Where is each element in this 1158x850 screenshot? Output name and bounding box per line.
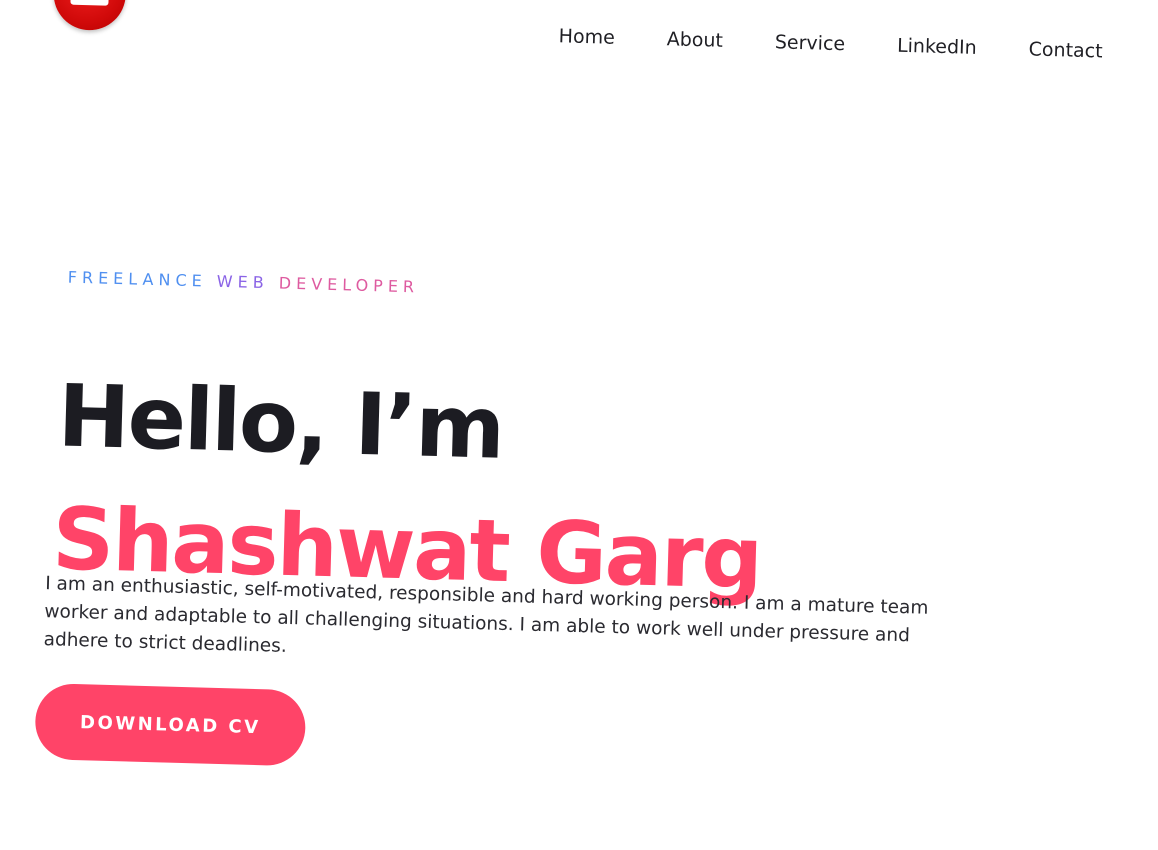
hero-eyebrow: FREELANCE WEB DEVELOPER <box>68 268 420 297</box>
nav-link-home[interactable]: Home <box>558 25 615 49</box>
hero-greeting: Hello, I’m <box>56 366 505 479</box>
eyebrow-word-web: WEB <box>216 271 269 293</box>
nav-link-about[interactable]: About <box>666 28 723 52</box>
main-nav: Home About Service LinkedIn Contact <box>558 25 1102 62</box>
briefcase-icon <box>70 0 109 6</box>
page: Home About Service LinkedIn Contact FREE… <box>0 0 1158 850</box>
nav-link-contact[interactable]: Contact <box>1028 38 1103 62</box>
eyebrow-word-developer: DEVELOPER <box>278 273 420 297</box>
nav-link-service[interactable]: Service <box>775 31 846 55</box>
eyebrow-word-freelance: FREELANCE <box>67 267 208 291</box>
nav-link-linkedin[interactable]: LinkedIn <box>897 35 977 59</box>
download-cv-button[interactable]: DOWNLOAD CV <box>34 682 307 767</box>
logo[interactable] <box>52 0 127 32</box>
hero-bio: I am an enthusiastic, self-motivated, re… <box>43 572 929 657</box>
